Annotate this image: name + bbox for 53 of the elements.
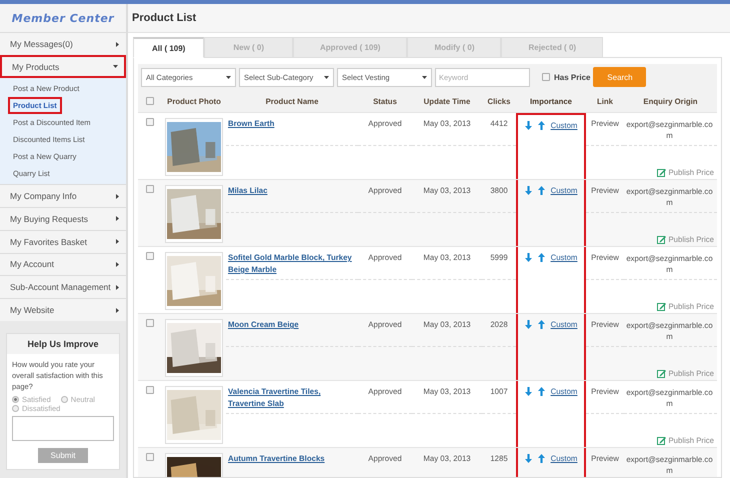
up-arrow-icon[interactable] [538, 320, 545, 329]
edit-icon [657, 369, 666, 378]
sidebar-item[interactable]: My Website [0, 298, 126, 321]
down-arrow-icon[interactable] [524, 186, 532, 195]
edit-icon [657, 235, 666, 244]
caret-icon [115, 216, 120, 222]
sidebar-item[interactable]: My Buying Requests [0, 206, 126, 230]
up-arrow-icon[interactable] [538, 454, 545, 463]
caret-icon [113, 64, 118, 70]
caret-icon [115, 194, 120, 199]
down-arrow-icon[interactable] [524, 253, 532, 262]
down-arrow-icon[interactable] [524, 387, 532, 396]
logo: Member Center [0, 4, 126, 32]
up-arrow-icon[interactable] [538, 253, 545, 262]
up-arrow-icon[interactable] [538, 186, 545, 195]
caret-icon [226, 74, 231, 80]
radio-icon[interactable] [12, 396, 19, 403]
down-arrow-icon[interactable] [524, 121, 532, 130]
checkbox-icon[interactable] [146, 97, 154, 105]
sidebar-item[interactable]: Sub-Account Management [0, 275, 126, 298]
radio-icon[interactable] [12, 404, 19, 412]
edit-icon [657, 302, 666, 311]
checkbox-icon[interactable] [146, 118, 154, 126]
up-arrow-icon[interactable] [538, 387, 545, 396]
edit-icon [657, 436, 666, 445]
caret-icon [115, 284, 120, 290]
radio-icon[interactable] [60, 396, 68, 403]
edit-icon [657, 168, 666, 177]
sidebar-item[interactable]: My Messages(0) [0, 32, 126, 56]
caret-icon [422, 74, 427, 80]
caret-icon [324, 74, 329, 80]
sidebar-item[interactable]: My Account [0, 252, 126, 276]
has-price-checkbox[interactable]: Has Price [542, 72, 590, 82]
checkbox-icon[interactable] [146, 319, 154, 327]
caret-icon [115, 262, 120, 267]
caret-icon [115, 308, 120, 313]
checkbox-icon[interactable] [146, 185, 154, 193]
tab[interactable]: All ( 109) [133, 37, 204, 58]
comment-field[interactable] [12, 416, 114, 441]
down-arrow-icon[interactable] [524, 320, 532, 329]
sidebar-item[interactable]: My Products [0, 55, 126, 78]
checkbox-icon[interactable] [542, 73, 550, 81]
feedback-title: Help Us Improve [7, 334, 119, 354]
checkbox-icon[interactable] [146, 252, 154, 260]
sidebar-item[interactable]: My Company Info [0, 184, 126, 207]
checkbox-icon[interactable] [146, 386, 154, 394]
page-title: Product List [128, 4, 730, 33]
caret-icon [115, 239, 120, 244]
up-arrow-icon[interactable] [538, 121, 545, 130]
down-arrow-icon[interactable] [524, 454, 532, 463]
checkbox-icon[interactable] [146, 453, 154, 461]
caret-icon [115, 42, 120, 47]
sidebar-item[interactable]: My Favorites Basket [0, 230, 126, 253]
